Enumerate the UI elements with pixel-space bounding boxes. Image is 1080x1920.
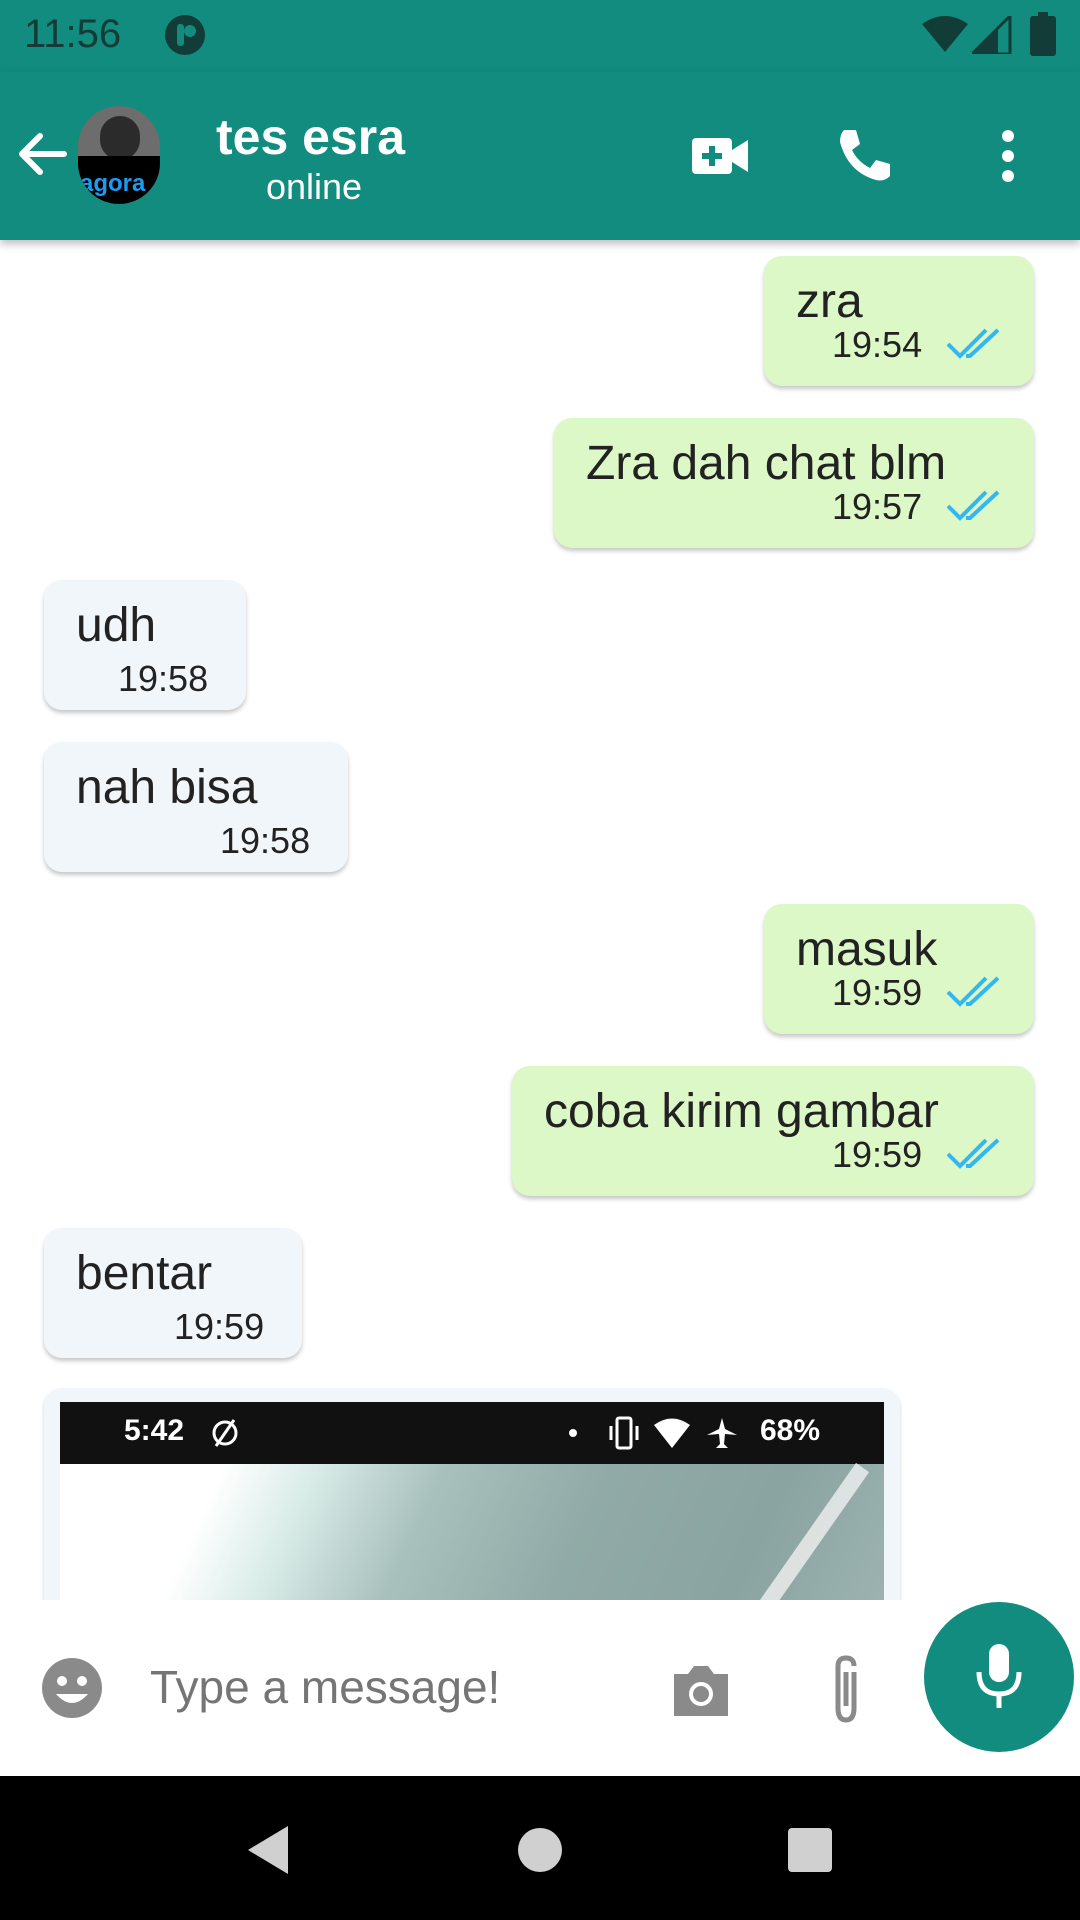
image-status-time: 5:42 <box>124 1414 185 1447</box>
message-input[interactable] <box>150 1660 610 1714</box>
wifi-icon <box>922 16 968 52</box>
message-time: 19:54 <box>832 324 923 365</box>
nav-recents-icon[interactable] <box>780 1820 840 1880</box>
avatar-face <box>100 116 140 160</box>
message-text: udh <box>76 599 157 652</box>
message-text: bentar <box>76 1247 213 1300</box>
message-text: masuk <box>796 923 938 976</box>
message-bubble-incoming[interactable]: udh 19:58 <box>44 580 246 710</box>
battery-icon <box>1030 12 1056 56</box>
message-time: 19:59 <box>832 972 923 1013</box>
message-bubble-outgoing[interactable]: coba kirim gambar 19:59 <box>512 1066 1034 1196</box>
message-time: 19:59 <box>174 1306 265 1347</box>
message-text: coba kirim gambar <box>544 1085 939 1138</box>
voice-call-icon[interactable] <box>824 116 904 196</box>
read-receipt-icon <box>946 1138 1000 1169</box>
message-bubble-outgoing[interactable]: Zra dah chat blm 19:57 <box>554 418 1034 548</box>
contact-name[interactable]: tes esra <box>216 108 405 166</box>
message-text: zra <box>796 275 863 328</box>
video-call-icon[interactable] <box>680 116 760 196</box>
image-battery-text: 68% <box>760 1414 821 1447</box>
message-text: nah bisa <box>76 761 258 814</box>
message-image[interactable]: 5:42 68% <box>60 1402 884 1600</box>
emoji-icon[interactable] <box>40 1656 104 1720</box>
message-input-bar <box>0 1600 1080 1776</box>
read-receipt-icon <box>946 490 1000 521</box>
attach-icon[interactable] <box>818 1652 874 1728</box>
nav-home-icon[interactable] <box>510 1820 570 1880</box>
image-status-bar: 5:42 68% <box>60 1402 884 1464</box>
message-time: 19:59 <box>832 1134 923 1175</box>
avatar[interactable]: agora <box>78 106 160 204</box>
message-time: 19:57 <box>832 486 923 527</box>
read-receipt-icon <box>946 328 1000 359</box>
message-bubble-incoming[interactable]: nah bisa 19:58 <box>44 742 348 872</box>
nav-back-icon[interactable] <box>240 1820 300 1880</box>
more-vert-icon[interactable] <box>968 116 1048 196</box>
status-time: 11:56 <box>24 12 122 56</box>
message-text: Zra dah chat blm <box>586 437 947 490</box>
mic-button[interactable] <box>924 1602 1074 1752</box>
app-notification-icon <box>165 15 205 55</box>
camera-icon[interactable] <box>668 1658 734 1724</box>
read-receipt-icon <box>946 976 1000 1007</box>
mic-icon <box>976 1644 1022 1708</box>
message-time: 19:58 <box>118 658 209 699</box>
status-bar: 11:56 <box>0 0 1080 72</box>
signal-icon <box>972 16 1012 54</box>
wifi-icon <box>654 1418 690 1448</box>
message-time: 19:58 <box>220 820 311 861</box>
system-nav-bar <box>0 1776 1080 1920</box>
message-bubble-outgoing[interactable]: zra 19:54 <box>764 256 1034 386</box>
chat-header: agora tes esra online <box>0 72 1080 240</box>
image-photo <box>60 1462 884 1600</box>
message-bubble-incoming[interactable]: bentar 19:59 <box>44 1228 302 1358</box>
image-message-incoming[interactable]: 5:42 68% <box>44 1388 900 1600</box>
dot-icon <box>569 1429 577 1437</box>
avatar-logo: agora <box>80 170 146 197</box>
contact-status: online <box>265 166 363 207</box>
photo-streak <box>706 1462 870 1600</box>
back-arrow-icon[interactable] <box>10 122 74 186</box>
message-bubble-outgoing[interactable]: masuk 19:59 <box>764 904 1034 1034</box>
chat-message-list[interactable]: zra 19:54 Zra dah chat blm 19:57 udh 19:… <box>0 240 1080 1600</box>
vibrate-icon <box>609 1416 639 1450</box>
airplane-icon <box>707 1418 737 1448</box>
dnd-icon <box>212 1419 238 1447</box>
